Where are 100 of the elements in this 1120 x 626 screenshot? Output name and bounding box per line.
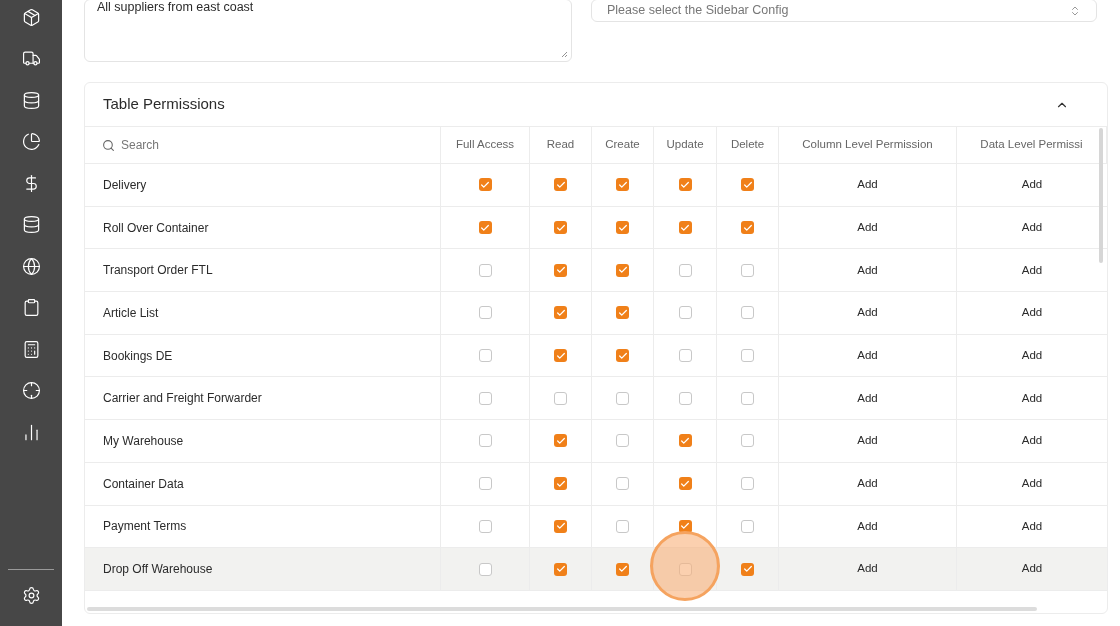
add-link[interactable]: Add bbox=[1021, 304, 1043, 322]
add-link[interactable]: Add bbox=[1021, 389, 1043, 407]
checkbox[interactable] bbox=[741, 562, 754, 576]
column-header: Delete bbox=[717, 127, 779, 163]
table-name: Container Data bbox=[103, 475, 184, 493]
checkbox[interactable] bbox=[478, 477, 492, 491]
chevrons-icon bbox=[1069, 4, 1081, 17]
search-field[interactable]: Search bbox=[85, 127, 441, 163]
checkbox[interactable] bbox=[554, 306, 567, 320]
checkbox[interactable] bbox=[616, 178, 629, 192]
checkbox[interactable] bbox=[678, 434, 692, 448]
checkbox[interactable] bbox=[478, 391, 492, 405]
checkbox[interactable] bbox=[741, 263, 754, 277]
checkbox[interactable] bbox=[741, 349, 754, 363]
checkbox[interactable] bbox=[741, 178, 754, 192]
table-row[interactable]: Carrier and Freight Forwarder Add Add bbox=[85, 377, 1107, 421]
checkbox[interactable] bbox=[616, 349, 629, 363]
checkbox[interactable] bbox=[678, 306, 692, 320]
table-row[interactable]: Container Data Add Add bbox=[85, 462, 1107, 506]
add-link[interactable]: Add bbox=[1021, 560, 1043, 578]
add-link[interactable]: Add bbox=[1021, 475, 1043, 493]
checkbox[interactable] bbox=[741, 306, 754, 320]
card-title: Table Permissions bbox=[103, 94, 225, 115]
checkbox[interactable] bbox=[616, 477, 629, 491]
add-link[interactable]: Add bbox=[857, 389, 878, 407]
checkbox[interactable] bbox=[616, 221, 629, 235]
add-link[interactable]: Add bbox=[1021, 261, 1043, 279]
checkbox[interactable] bbox=[478, 306, 492, 320]
table-name: Article List bbox=[103, 304, 159, 322]
table-name: Carrier and Freight Forwarder bbox=[103, 390, 262, 408]
column-header: Column Level Permission bbox=[779, 127, 957, 163]
checkbox[interactable] bbox=[741, 477, 754, 491]
checkbox[interactable] bbox=[678, 477, 692, 491]
vertical-scrollbar[interactable] bbox=[1099, 128, 1103, 263]
table-name: Payment Terms bbox=[103, 518, 187, 536]
checkbox[interactable] bbox=[616, 434, 629, 448]
checkbox[interactable] bbox=[741, 519, 754, 533]
table-row[interactable]: Drop Off Warehouse Add Add bbox=[85, 548, 1107, 591]
checkbox[interactable] bbox=[616, 306, 629, 320]
add-link[interactable]: Add bbox=[1021, 176, 1043, 194]
checkbox[interactable] bbox=[616, 391, 629, 405]
add-link[interactable]: Add bbox=[857, 218, 878, 237]
table-name: Roll Over Container bbox=[103, 219, 209, 237]
checkbox[interactable] bbox=[678, 519, 692, 533]
column-header: Full Access bbox=[441, 127, 530, 163]
add-link[interactable]: Add bbox=[857, 176, 878, 194]
checkbox[interactable] bbox=[741, 434, 754, 448]
checkbox[interactable] bbox=[478, 434, 492, 448]
table-row[interactable]: Article List Add Add bbox=[85, 292, 1107, 335]
add-link[interactable]: Add bbox=[1021, 517, 1043, 535]
add-link[interactable]: Add bbox=[1021, 346, 1043, 365]
description-field[interactable]: All suppliers from east coast bbox=[84, 0, 572, 62]
add-link[interactable]: Add bbox=[857, 432, 878, 450]
add-link[interactable]: Add bbox=[857, 517, 878, 535]
add-link[interactable]: Add bbox=[1021, 432, 1043, 450]
checkbox[interactable] bbox=[554, 221, 567, 235]
checkbox[interactable] bbox=[478, 263, 492, 277]
table-row[interactable]: Delivery Add Add bbox=[85, 164, 1107, 207]
add-link[interactable]: Add bbox=[857, 475, 878, 493]
checkbox[interactable] bbox=[678, 391, 692, 405]
checkbox[interactable] bbox=[616, 519, 629, 533]
table-row[interactable]: Payment Terms Add Add bbox=[85, 505, 1107, 549]
column-header: Read bbox=[530, 127, 592, 163]
checkbox[interactable] bbox=[616, 263, 629, 277]
checkbox[interactable] bbox=[554, 391, 567, 405]
checkbox[interactable] bbox=[554, 263, 567, 277]
table-row[interactable]: My Warehouse Add Add bbox=[85, 420, 1107, 463]
checkbox[interactable] bbox=[741, 391, 754, 405]
checkbox[interactable] bbox=[554, 349, 567, 363]
checkbox[interactable] bbox=[554, 477, 567, 491]
checkbox[interactable] bbox=[478, 562, 492, 576]
checkbox[interactable] bbox=[616, 562, 629, 576]
add-link[interactable]: Add bbox=[1021, 218, 1043, 237]
checkbox[interactable] bbox=[678, 349, 692, 363]
resize-handle-icon bbox=[561, 51, 568, 58]
column-header: Update bbox=[654, 127, 717, 163]
checkbox[interactable] bbox=[678, 221, 692, 235]
checkbox[interactable] bbox=[554, 519, 567, 533]
add-link[interactable]: Add bbox=[857, 261, 878, 279]
checkbox[interactable] bbox=[478, 349, 492, 363]
checkbox[interactable] bbox=[554, 434, 567, 448]
checkbox[interactable] bbox=[478, 221, 492, 235]
checkbox[interactable] bbox=[554, 562, 567, 576]
checkbox[interactable] bbox=[678, 263, 692, 277]
table-name: Delivery bbox=[103, 176, 147, 194]
table-row[interactable]: Transport Order FTL Add Add bbox=[85, 249, 1107, 293]
table-name: Transport Order FTL bbox=[103, 262, 213, 280]
checkbox[interactable] bbox=[554, 178, 567, 192]
table-row[interactable]: Roll Over Container Add Add bbox=[85, 206, 1107, 250]
horizontal-scrollbar[interactable] bbox=[87, 607, 1037, 611]
add-link[interactable]: Add bbox=[857, 346, 878, 365]
table-name: My Warehouse bbox=[103, 432, 184, 450]
add-link[interactable]: Add bbox=[857, 560, 878, 578]
add-link[interactable]: Add bbox=[857, 304, 878, 322]
table-row[interactable]: Bookings DE Add Add bbox=[85, 334, 1107, 378]
checkbox[interactable] bbox=[478, 178, 492, 192]
checkbox[interactable] bbox=[678, 178, 692, 192]
table-name: Bookings DE bbox=[103, 347, 173, 365]
checkbox[interactable] bbox=[741, 221, 754, 235]
checkbox[interactable] bbox=[478, 519, 492, 533]
